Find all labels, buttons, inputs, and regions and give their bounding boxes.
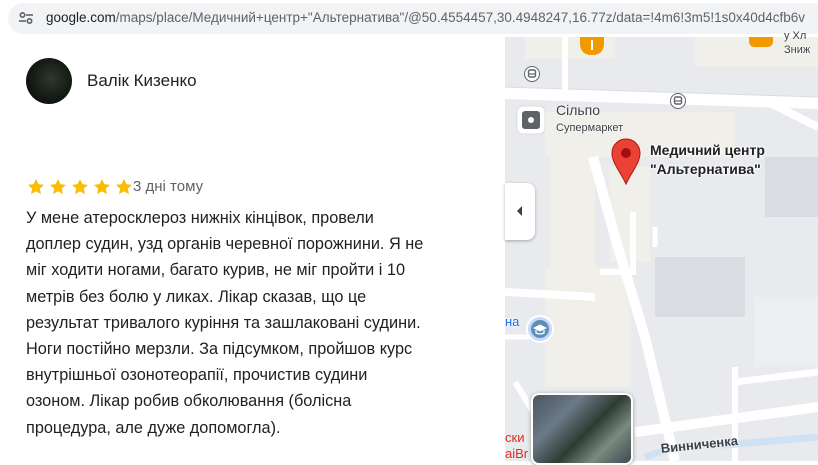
review-line: доплер судин, узд органів черевної порож… bbox=[26, 235, 424, 254]
poi-sublabel-partial: Зниж bbox=[784, 44, 811, 56]
poi-label-partial: ски aiBr bbox=[505, 430, 528, 462]
pin-label-line: "Альтернатива" bbox=[650, 161, 761, 177]
url-host: google.com bbox=[46, 10, 116, 25]
bus-stop-icon[interactable] bbox=[670, 93, 686, 109]
map-pin-icon[interactable] bbox=[610, 137, 642, 185]
review-line: метрів без болю у ликах. Лікар сказав, щ… bbox=[26, 287, 367, 306]
review-line: процедура, але дуже допомогла). bbox=[26, 418, 281, 437]
shop-icon[interactable] bbox=[516, 105, 546, 135]
collapse-panel-button[interactable] bbox=[505, 183, 535, 240]
poi-label-partial: на bbox=[505, 314, 520, 329]
review-text: У мене атеросклероз нижніх кінцівок, про… bbox=[26, 205, 486, 441]
pin-label-line: Медичний центр bbox=[650, 142, 765, 158]
chevron-left-icon bbox=[517, 206, 522, 216]
star-icon bbox=[116, 179, 132, 195]
review-line: Ноги постійно мерзли. За підсумком, прой… bbox=[26, 340, 413, 359]
star-icon bbox=[94, 179, 110, 195]
review-time: 3 дні тому bbox=[133, 178, 204, 195]
star-icon bbox=[72, 179, 88, 195]
poi-label-line: aiBr bbox=[505, 446, 529, 461]
poi-label-partial: у Хл bbox=[784, 30, 807, 42]
browser-address-bar: google.com/maps/place/Медичний+центр+"Ал… bbox=[0, 0, 818, 37]
review-line: внутрішньої озонотеорапії, прочистив суд… bbox=[26, 366, 368, 385]
reviewer-name[interactable]: Валік Кизенко bbox=[87, 71, 197, 91]
review-line: озоном. Лікар робив обколювання (болісна bbox=[26, 392, 352, 411]
avatar[interactable] bbox=[26, 58, 72, 104]
pin-label[interactable]: Медичний центр "Альтернатива" bbox=[650, 141, 765, 179]
supermarket-type: Супермаркет bbox=[556, 122, 624, 134]
review-line: результат тривалого куріння та зашлакова… bbox=[26, 313, 421, 332]
url-path: /maps/place/Медичний+центр+"Альтернатива… bbox=[115, 10, 805, 25]
url-text[interactable]: google.com/maps/place/Медичний+центр+"Ал… bbox=[46, 10, 805, 25]
star-icon bbox=[28, 179, 44, 195]
bus-stop-icon[interactable] bbox=[524, 66, 540, 82]
restaurant-icon[interactable] bbox=[580, 37, 604, 55]
star-icon bbox=[50, 179, 66, 195]
star-rating bbox=[26, 177, 134, 197]
street-view-thumbnail[interactable] bbox=[531, 393, 633, 465]
tune-icon[interactable] bbox=[18, 10, 34, 26]
review-line: У мене атеросклероз нижніх кінцівок, про… bbox=[26, 209, 374, 227]
school-icon[interactable] bbox=[526, 315, 554, 343]
shop-icon[interactable] bbox=[749, 37, 773, 47]
supermarket-name[interactable]: Сільпо bbox=[556, 102, 600, 118]
review-line: міг ходити ногами, багато курив, не міг … bbox=[26, 261, 406, 280]
poi-label-line: ски bbox=[505, 430, 525, 445]
